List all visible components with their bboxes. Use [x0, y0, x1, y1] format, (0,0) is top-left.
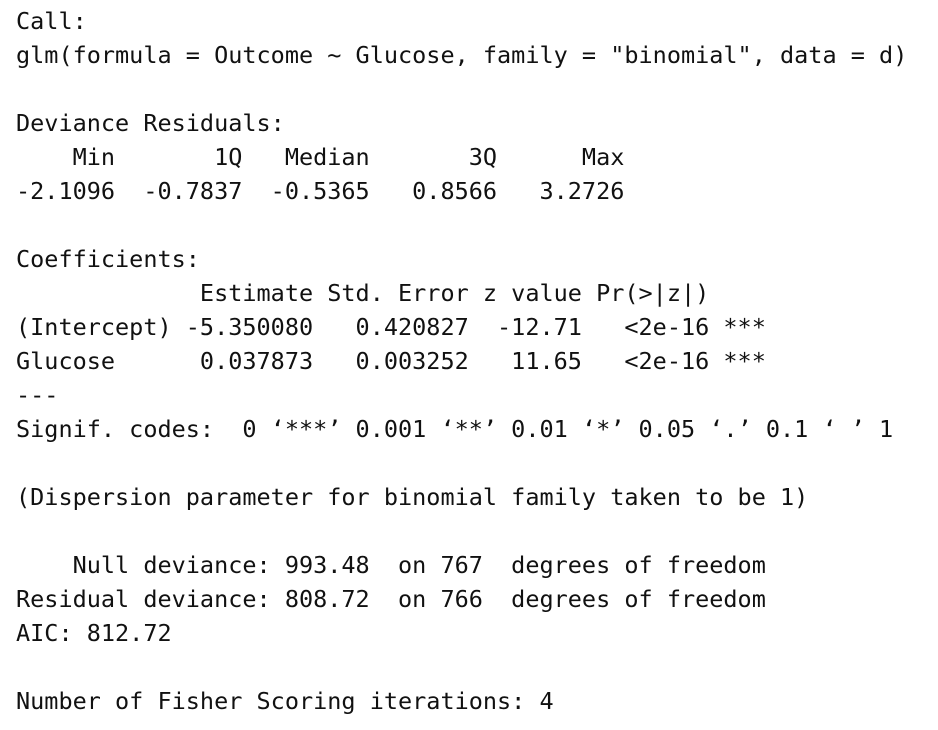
deviance-residuals-heading: Deviance Residuals: [16, 109, 285, 137]
fisher-scoring-line: Number of Fisher Scoring iterations: 4 [16, 687, 554, 715]
coefficient-row-intercept: (Intercept) -5.350080 0.420827 -12.71 <2… [16, 313, 766, 341]
residuals-header-row: Min 1Q Median 3Q Max [16, 143, 653, 171]
coefficients-header-row: Estimate Std. Error z value Pr(>|z|) [16, 279, 766, 307]
signif-codes-line: Signif. codes: 0 ‘***’ 0.001 ‘**’ 0.01 ‘… [16, 415, 894, 443]
dispersion-note: (Dispersion parameter for binomial famil… [16, 483, 809, 511]
residual-deviance-line: Residual deviance: 808.72 on 766 degrees… [16, 585, 766, 613]
coefficients-heading: Coefficients: [16, 245, 200, 273]
separator-line: --- [16, 381, 59, 409]
call-heading: Call: [16, 7, 87, 35]
r-console-output: Call: glm(formula = Outcome ~ Glucose, fa… [16, 4, 907, 718]
aic-line: AIC: 812.72 [16, 619, 172, 647]
null-deviance-line: Null deviance: 993.48 on 767 degrees of … [16, 551, 766, 579]
residuals-values-row: -2.1096 -0.7837 -0.5365 0.8566 3.2726 [16, 177, 653, 205]
coefficient-row-glucose: Glucose 0.037873 0.003252 11.65 <2e-16 *… [16, 347, 766, 375]
call-formula: glm(formula = Outcome ~ Glucose, family … [16, 41, 908, 69]
